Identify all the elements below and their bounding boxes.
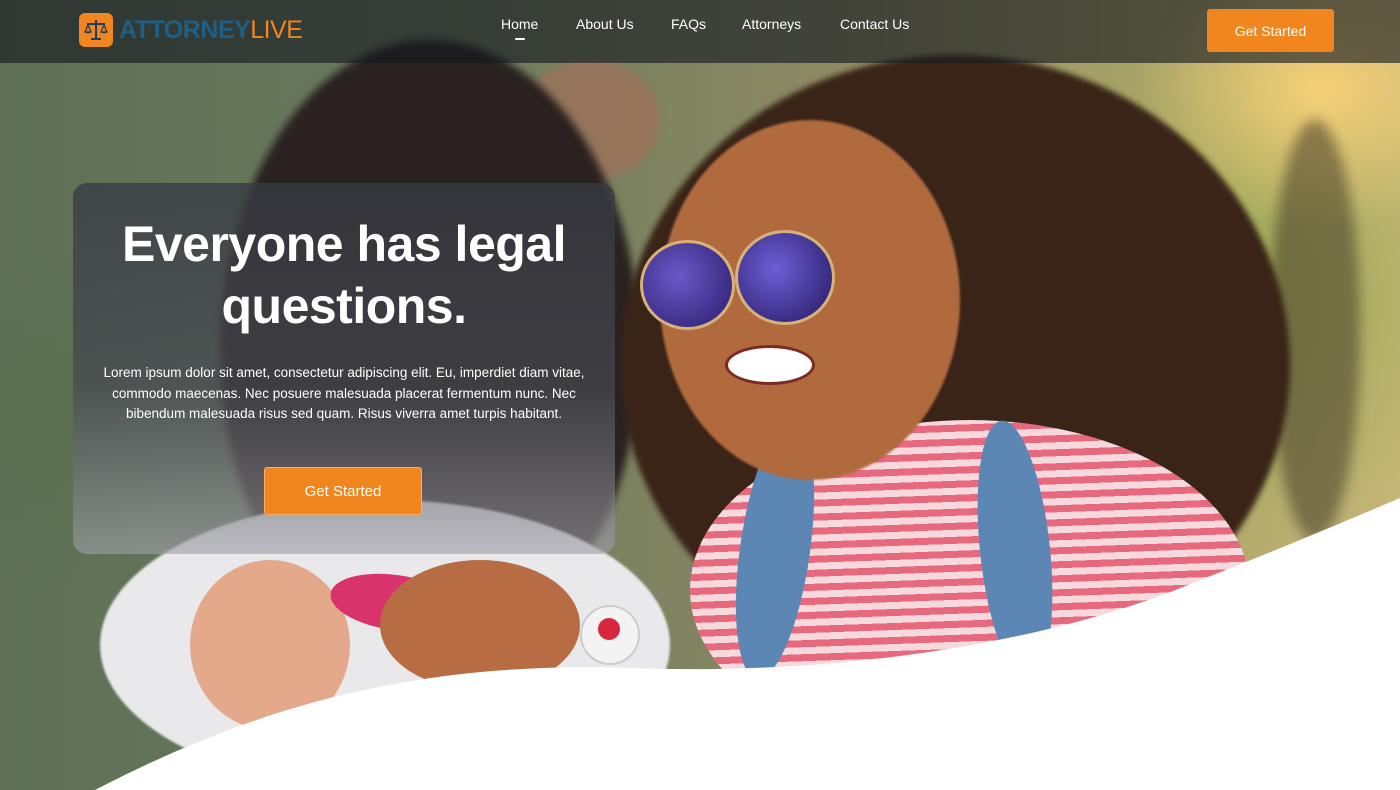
scales-of-justice-icon [79,13,113,47]
logo-wordmark: ATTORNEYLIVE [119,12,303,48]
header-get-started-button[interactable]: Get Started [1207,9,1334,52]
nav-item-about-us[interactable]: About Us [576,16,634,32]
hero-description: Lorem ipsum dolor sit amet, consectetur … [103,365,585,421]
hero-card: Everyone has legal questions. Lorem ipsu… [73,183,615,554]
nav-item-attorneys[interactable]: Attorneys [742,16,801,32]
site-header: ATTORNEYLIVE Home About Us FAQs Attorney… [0,0,1400,63]
hero-title: Everyone has legal questions. [121,216,567,334]
hero-get-started-button[interactable]: Get Started [264,467,422,515]
logo-wordmark-part2: LIVE [250,16,303,44]
nav-item-home[interactable]: Home [501,16,538,40]
logo-wordmark-part1: ATTORNEY [119,16,251,44]
nav-item-contact-us[interactable]: Contact Us [840,16,909,32]
logo[interactable]: ATTORNEYLIVE [79,12,303,48]
nav-item-faqs[interactable]: FAQs [671,16,706,32]
